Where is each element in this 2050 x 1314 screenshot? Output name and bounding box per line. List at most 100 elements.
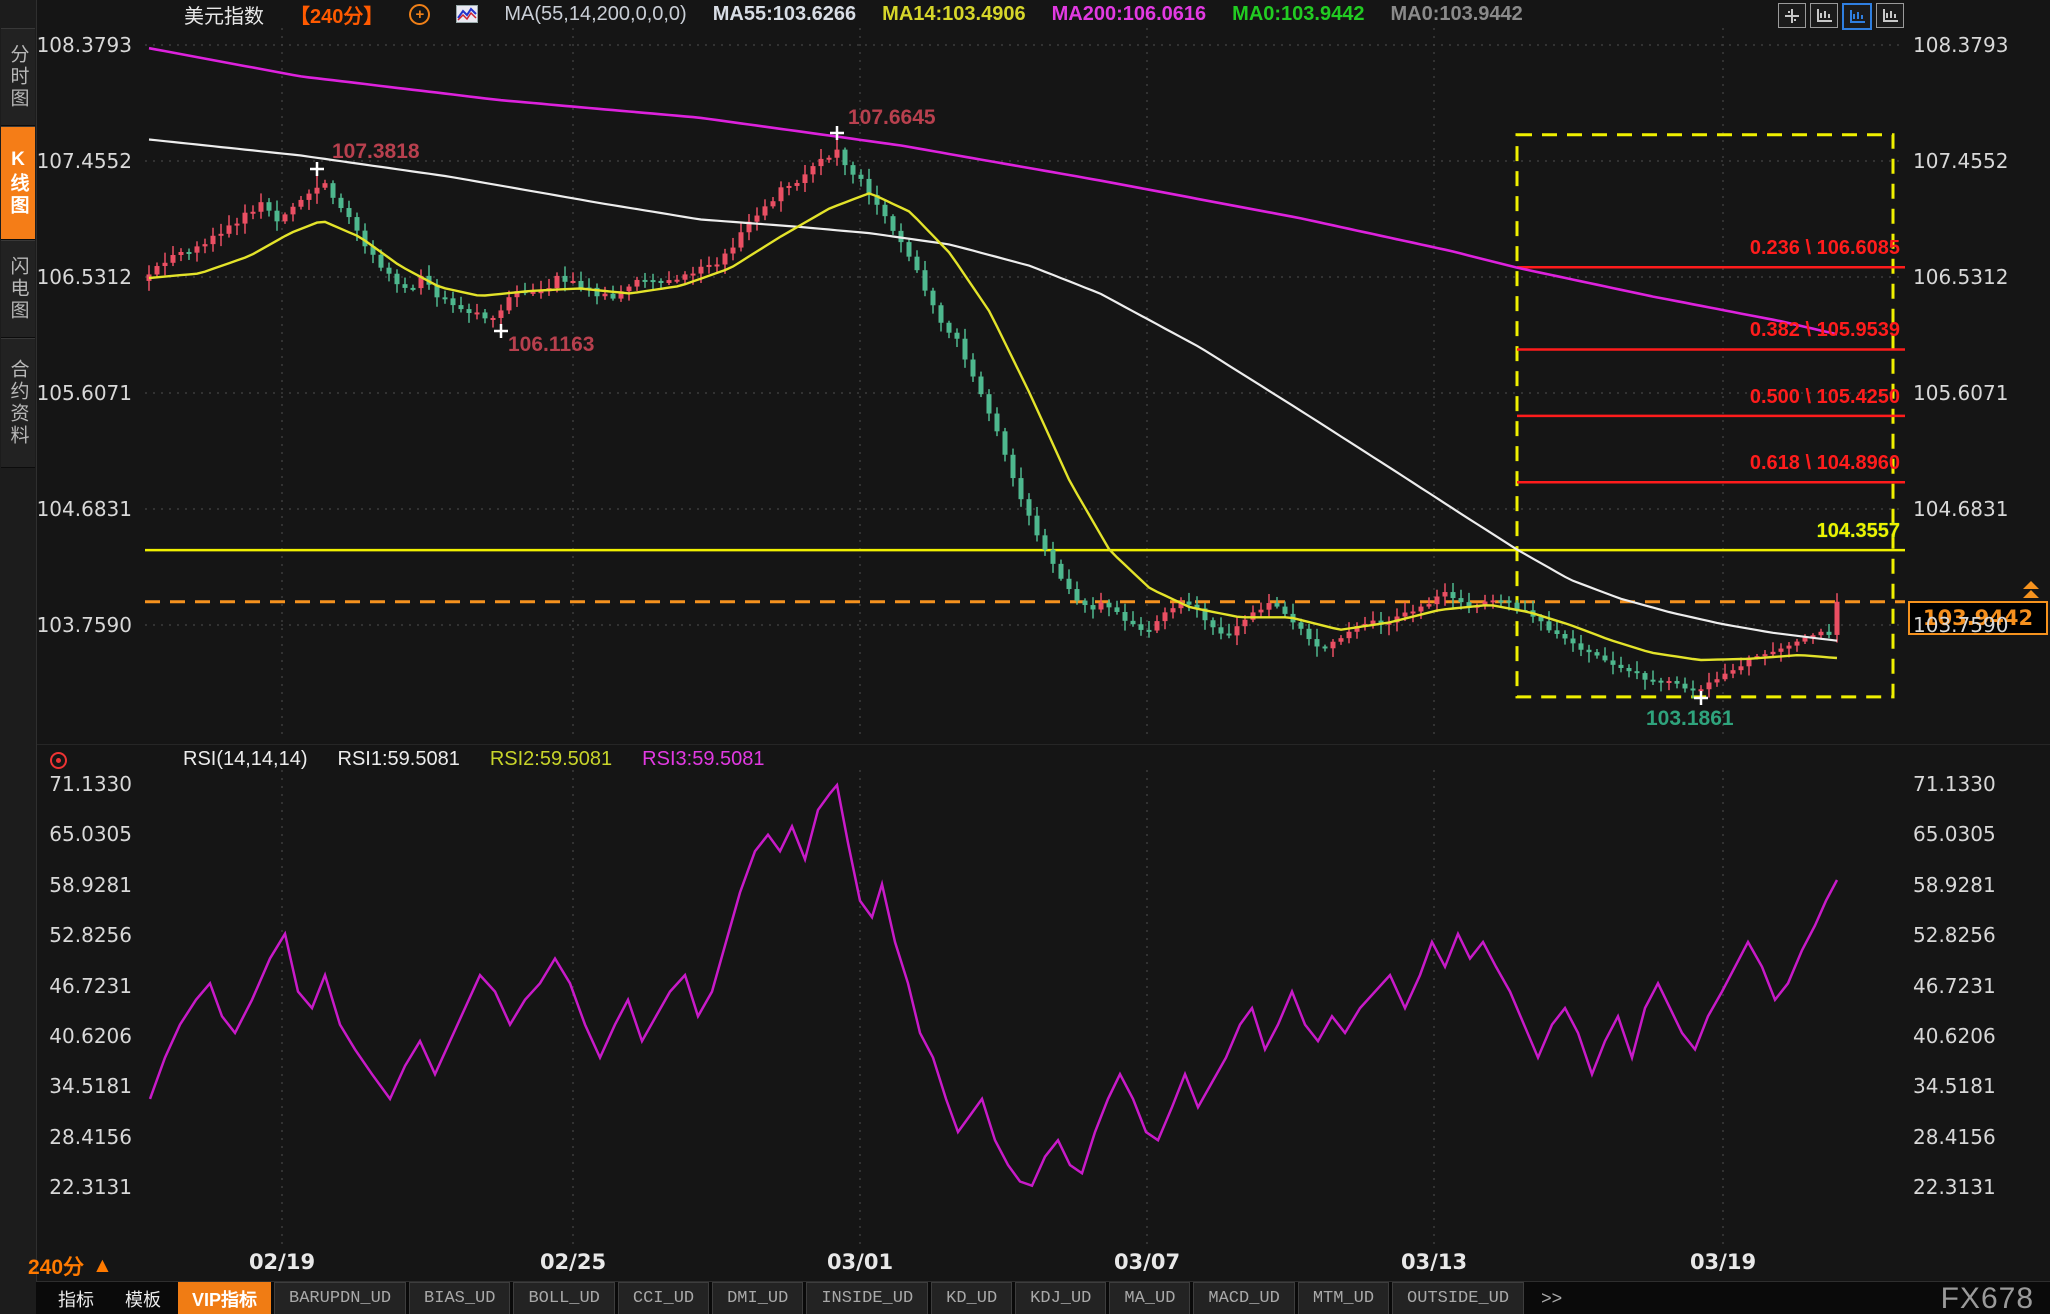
timeframe-label: 【240分】 — [290, 0, 383, 29]
symbol-title: 美元指数 — [184, 0, 264, 29]
candle-body — [1099, 603, 1104, 610]
y-axis-label-left: 104.6831 — [0, 497, 132, 521]
candle-body — [579, 281, 584, 288]
footer-tab-16[interactable]: >> — [1527, 1282, 1576, 1314]
y-axis-label-right: 103.7590 — [1913, 613, 2008, 637]
y-axis-label-right: 104.6831 — [1913, 497, 2008, 521]
candle-body — [827, 158, 832, 160]
circle-plus-icon[interactable]: + — [409, 4, 430, 25]
candle-body — [947, 323, 952, 333]
candle-body — [355, 217, 360, 231]
candle-body — [1131, 621, 1136, 624]
candle-body — [531, 292, 536, 294]
y-axis-label-left: 107.4552 — [0, 149, 132, 173]
candle-body — [779, 187, 784, 201]
footer-timeframe[interactable]: 240分 ▲ — [28, 1251, 113, 1281]
footer-tab-15[interactable]: OUTSIDE_UD — [1392, 1282, 1524, 1314]
candle-body — [883, 205, 888, 216]
ma-value: MA55:103.6266 — [713, 3, 856, 26]
rsi-axis-label-right: 46.7231 — [1913, 974, 1996, 998]
candle-body — [1051, 550, 1056, 564]
candle-body — [1403, 613, 1408, 617]
candle-body — [235, 224, 240, 226]
sidebar-item-3[interactable]: 闪电图 — [1, 240, 35, 338]
candle-body — [267, 202, 272, 210]
footer-tab-1[interactable]: 指标 — [44, 1282, 108, 1314]
candle-body — [491, 318, 496, 320]
y-axis-label-left: 108.3793 — [0, 33, 132, 57]
candle-body — [291, 207, 296, 215]
candle-body — [1027, 499, 1032, 515]
sidebar-item-2[interactable]: K线图 — [1, 126, 35, 240]
chart-axes-blue-icon[interactable] — [1842, 3, 1872, 30]
footer-tab-4[interactable]: BARUPDN_UD — [274, 1282, 406, 1314]
candle-body — [1275, 603, 1280, 607]
footer-tab-14[interactable]: MTM_UD — [1298, 1282, 1389, 1314]
candle-body — [1827, 632, 1832, 635]
chart-shift-icon[interactable] — [1876, 3, 1904, 28]
footer-tab-9[interactable]: INSIDE_UD — [806, 1282, 928, 1314]
footer-tab-12[interactable]: MA_UD — [1109, 1282, 1190, 1314]
rsi-axis-label-right: 52.8256 — [1913, 923, 1996, 947]
candle-body — [1627, 668, 1632, 671]
candle-body — [1115, 607, 1120, 612]
candle-body — [451, 298, 456, 305]
candle-body — [1251, 612, 1256, 619]
candle-body — [995, 414, 1000, 432]
footer-tab-13[interactable]: MACD_UD — [1193, 1282, 1294, 1314]
candle-body — [971, 360, 976, 377]
candle-body — [1459, 598, 1464, 602]
x-axis-date: 03/01 — [827, 1250, 893, 1274]
candle-body — [307, 194, 312, 200]
pan-cross-icon[interactable] — [1778, 3, 1806, 28]
candle-body — [1187, 602, 1192, 605]
candle-body — [411, 288, 416, 290]
candle-body — [395, 274, 400, 284]
candle-body — [1707, 682, 1712, 689]
rsi-axis-label-left: 34.5181 — [0, 1074, 132, 1098]
candle-body — [1499, 600, 1504, 602]
candle-body — [1595, 652, 1600, 655]
rsi-axis-label-right: 71.1330 — [1913, 772, 1996, 796]
candle-body — [1763, 654, 1768, 656]
candle-body — [819, 159, 824, 166]
candle-body — [1235, 626, 1240, 635]
x-axis-date: 03/19 — [1690, 1250, 1756, 1274]
rsi-axis-label-right: 58.9281 — [1913, 873, 1996, 897]
support-line-label: 104.3557 — [1817, 520, 1900, 543]
candle-body — [931, 291, 936, 306]
candle-body — [923, 270, 928, 290]
footer-tab-6[interactable]: BOLL_UD — [513, 1282, 614, 1314]
candle-body — [1347, 632, 1352, 638]
candle-body — [1603, 656, 1608, 661]
candle-body — [843, 150, 848, 166]
candle-body — [723, 254, 728, 265]
candle-body — [1123, 612, 1128, 621]
rsi-axis-label-right: 34.5181 — [1913, 1074, 1996, 1098]
mini-chart-icon[interactable] — [456, 5, 478, 23]
candle-body — [1651, 680, 1656, 682]
candle-body — [1043, 535, 1048, 549]
candle-body — [1691, 688, 1696, 690]
candle-body — [1211, 620, 1216, 627]
price-up-arrow-icon — [2023, 590, 2039, 598]
footer-tab-10[interactable]: KD_UD — [931, 1282, 1012, 1314]
footer-tab-11[interactable]: KDJ_UD — [1015, 1282, 1106, 1314]
footer-tab-2[interactable]: 模板 — [111, 1282, 175, 1314]
candle-body — [171, 255, 176, 263]
chart-app: 分时图K线图闪电图合约资料 美元指数 【240分】 + MA(55,14,200… — [0, 0, 2050, 1314]
footer-tab-3[interactable]: VIP指标 — [178, 1282, 271, 1314]
chart-axes-icon[interactable] — [1810, 3, 1838, 28]
candle-body — [403, 284, 408, 288]
footer-tab-7[interactable]: CCI_UD — [618, 1282, 709, 1314]
footer-tab-5[interactable]: BIAS_UD — [409, 1282, 510, 1314]
rsi-target-icon[interactable] — [50, 752, 67, 769]
candle-body — [1019, 478, 1024, 499]
price-annotation: 103.1861 — [1646, 707, 1734, 731]
candle-body — [683, 274, 688, 279]
rsi-axis-label-left: 65.0305 — [0, 822, 132, 846]
price-annotation: 106.1163 — [508, 333, 594, 357]
footer-tab-8[interactable]: DMI_UD — [712, 1282, 803, 1314]
candle-body — [163, 263, 168, 266]
candle-body — [811, 166, 816, 174]
